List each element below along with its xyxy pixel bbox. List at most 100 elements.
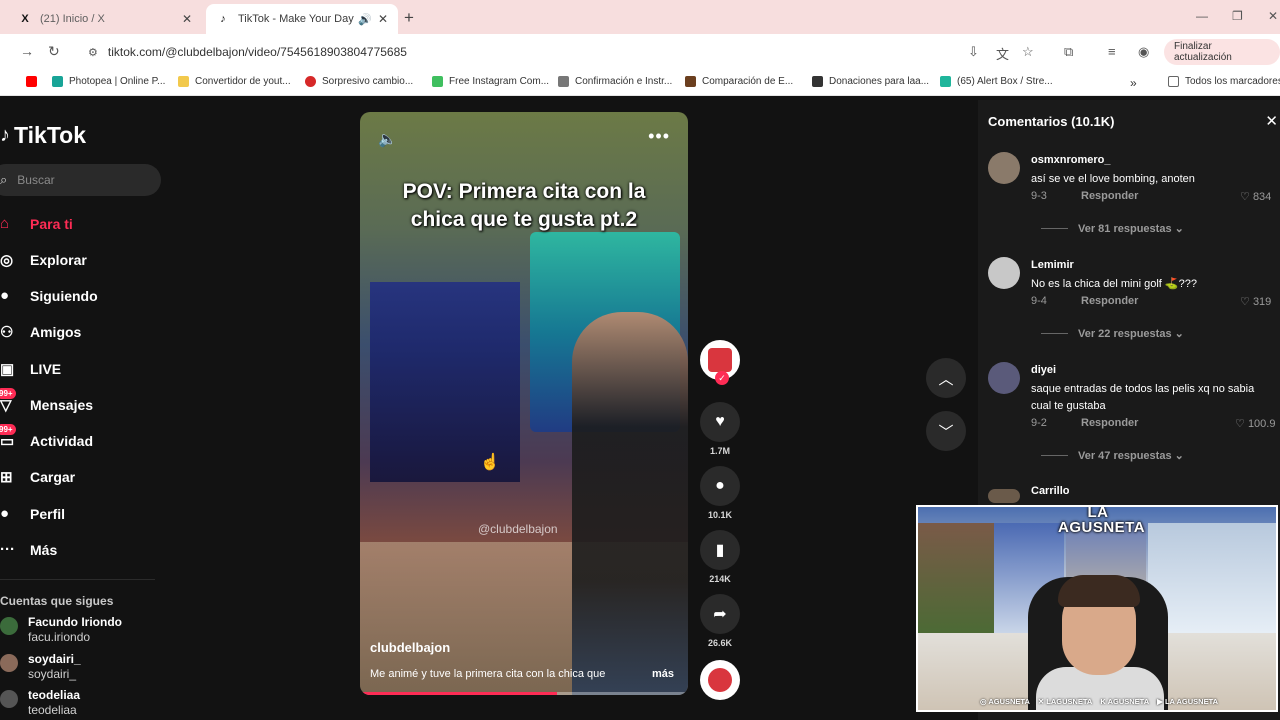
- nav-perfil[interactable]: ● Perfil: [0, 505, 65, 522]
- nav-explorar[interactable]: ◎ Explorar: [0, 251, 87, 269]
- speaker-icon[interactable]: 🔊: [358, 13, 372, 26]
- bookmark-sorpresivo[interactable]: Sorpresivo cambio...: [305, 76, 413, 87]
- update-button[interactable]: Finalizar actualización: [1164, 39, 1280, 65]
- all-bookmarks-folder[interactable]: Todos los marcadores: [1168, 76, 1280, 87]
- search-input[interactable]: ⌕ Buscar: [0, 164, 161, 196]
- bookmark-alertbox[interactable]: (65) Alert Box / Stre...: [940, 76, 1053, 87]
- bookmark-instagram[interactable]: Free Instagram Com...: [432, 76, 549, 87]
- bookmark-comparacion[interactable]: Comparación de E...: [685, 76, 793, 87]
- reply-button[interactable]: Responder: [1081, 417, 1138, 429]
- comment-like-button[interactable]: ♡ 100.9: [1235, 417, 1275, 430]
- previous-video-button[interactable]: ︿: [926, 358, 966, 398]
- video-caption: POV: Primera cita con la chica que te gu…: [402, 180, 646, 231]
- video-watermark: @clubdelbajon: [478, 522, 558, 536]
- nav-cargar[interactable]: ⊞ Cargar: [0, 468, 75, 486]
- comment-username[interactable]: Carrillo: [1031, 485, 1070, 497]
- link-icon: [558, 76, 569, 87]
- volume-icon[interactable]: 🔈: [378, 130, 397, 148]
- next-video-button[interactable]: ﹀: [926, 411, 966, 451]
- site-icon: [685, 76, 696, 87]
- following-section-title: Cuentas que sigues: [0, 594, 114, 608]
- nav-actividad[interactable]: ▭ 99+ Actividad: [0, 424, 93, 450]
- new-tab-button[interactable]: +: [404, 8, 414, 28]
- view-replies-button[interactable]: Ver 47 respuestas ⌄: [1041, 449, 1184, 462]
- kick-handle: K AGUSNETA: [1100, 697, 1150, 706]
- close-icon[interactable]: ✕: [378, 12, 388, 26]
- media-icon[interactable]: ≡: [1108, 44, 1116, 59]
- nav-live[interactable]: ▣ LIVE: [0, 360, 61, 378]
- nav-mas[interactable]: ··· Más: [0, 541, 57, 558]
- comment-username[interactable]: diyei: [1031, 364, 1056, 376]
- close-icon[interactable]: ✕: [182, 12, 192, 26]
- comment-count: 10.1K: [707, 510, 733, 520]
- photopea-icon: [52, 76, 63, 87]
- bookmark-confirmacion[interactable]: Confirmación e Instr...: [558, 76, 672, 87]
- nav-para-ti[interactable]: ⌂ Para ti: [0, 215, 73, 232]
- more-options-icon[interactable]: •••: [648, 126, 670, 147]
- streamer-webcam-overlay: LA AGUSNETA ◎ AGUSNETA ✕ LAGUSNETA K AGUS…: [916, 505, 1278, 712]
- comment-button[interactable]: ● 10.1K: [700, 466, 740, 520]
- following-account[interactable]: Facundo Iriondo facu.iriondo: [0, 615, 122, 645]
- bookmark-icon: ▮: [700, 530, 740, 570]
- star-icon[interactable]: ☆: [1022, 44, 1034, 60]
- sound-avatar[interactable]: [700, 660, 740, 700]
- bookmark-donaciones[interactable]: Donaciones para laa...: [812, 76, 929, 87]
- streamer-hair: [1058, 575, 1140, 607]
- avatar[interactable]: [988, 257, 1020, 289]
- reply-button[interactable]: Responder: [1081, 190, 1138, 202]
- follow-check-icon[interactable]: ✓: [715, 371, 729, 385]
- tab-tiktok[interactable]: ♪ TikTok - Make Your Day 🔊 ✕: [206, 4, 398, 34]
- share-button[interactable]: ➦ 26.6K: [700, 594, 740, 648]
- comment-username[interactable]: osmxnromero_: [1031, 154, 1110, 166]
- comment-like-button[interactable]: ♡ 834: [1240, 190, 1271, 203]
- comment-date: 9-4: [1031, 295, 1047, 307]
- site-info-icon[interactable]: ⚙: [88, 46, 98, 59]
- avatar[interactable]: [988, 362, 1020, 394]
- tiktok-logo[interactable]: ♪ TikTok: [0, 122, 86, 149]
- bookmark-convertidor[interactable]: Convertidor de yout...: [178, 76, 291, 87]
- following-account[interactable]: soydairi_ soydairi_: [0, 652, 81, 682]
- url-text: tiktok.com/@clubdelbajon/video/754561890…: [107, 45, 407, 59]
- extensions-icon[interactable]: ⧉: [1064, 44, 1073, 60]
- window-close-icon[interactable]: ✕: [1268, 9, 1278, 23]
- address-bar[interactable]: ⚙ tiktok.com/@clubdelbajon/video/7545618…: [76, 39, 1156, 65]
- nav-siguiendo[interactable]: ● Siguiendo: [0, 287, 98, 304]
- restore-icon[interactable]: ❐: [1232, 9, 1243, 23]
- bookmark-youtube[interactable]: [26, 76, 43, 87]
- bookmark-photopea[interactable]: Photopea | Online P...: [52, 76, 165, 87]
- avatar[interactable]: [988, 489, 1020, 503]
- nav-mensajes[interactable]: ▽ 99+ Mensajes: [0, 388, 93, 414]
- save-button[interactable]: ▮ 214K: [700, 530, 740, 584]
- reply-button[interactable]: Responder: [1081, 295, 1138, 307]
- bookmarks-overflow-button[interactable]: »: [1130, 76, 1137, 90]
- close-icon[interactable]: ✕: [1265, 112, 1278, 130]
- view-replies-button[interactable]: Ver 22 respuestas ⌄: [1041, 327, 1184, 340]
- video-player[interactable]: 🔈 ••• POV: Primera cita con la chica que…: [360, 112, 688, 695]
- translate-icon[interactable]: 文: [996, 44, 1009, 63]
- tab-x[interactable]: X (21) Inicio / X ✕: [8, 4, 202, 34]
- video-author[interactable]: clubdelbajon: [370, 640, 450, 655]
- comment-like-button[interactable]: ♡ 319: [1240, 295, 1271, 308]
- profile-avatar-icon: ●: [0, 505, 10, 522]
- video-progress-bar[interactable]: [360, 692, 688, 695]
- reload-icon[interactable]: ↻: [48, 43, 60, 60]
- share-icon: ➦: [700, 594, 740, 634]
- browser-tab-strip: X (21) Inicio / X ✕ ♪ TikTok - Make Your…: [0, 0, 1280, 34]
- nav-amigos[interactable]: ⚇ Amigos: [0, 323, 81, 341]
- following-account[interactable]: teodeliaa teodeliaa: [0, 688, 80, 718]
- like-button[interactable]: ♥ 1.7M: [700, 402, 740, 456]
- webcam-background: [918, 523, 994, 633]
- profile-icon[interactable]: ◉: [1138, 44, 1149, 60]
- forward-icon[interactable]: →: [20, 43, 34, 59]
- social-handles: ◎ AGUSNETA ✕ LAGUSNETA K AGUSNETA ▶ LA A…: [918, 697, 1276, 706]
- creator-avatar[interactable]: ✓: [700, 340, 740, 385]
- see-more-button[interactable]: más: [652, 668, 674, 680]
- view-replies-button[interactable]: Ver 81 respuestas ⌄: [1041, 222, 1184, 235]
- avatar[interactable]: [988, 152, 1020, 184]
- install-icon[interactable]: ⇩: [968, 44, 979, 60]
- minimize-icon[interactable]: —: [1196, 9, 1208, 23]
- comment-date: 9-3: [1031, 190, 1047, 202]
- compass-icon: ◎: [0, 252, 14, 269]
- comment-username[interactable]: Lemimir: [1031, 259, 1074, 271]
- streamer-logo: LA AGUSNETA: [1058, 505, 1146, 536]
